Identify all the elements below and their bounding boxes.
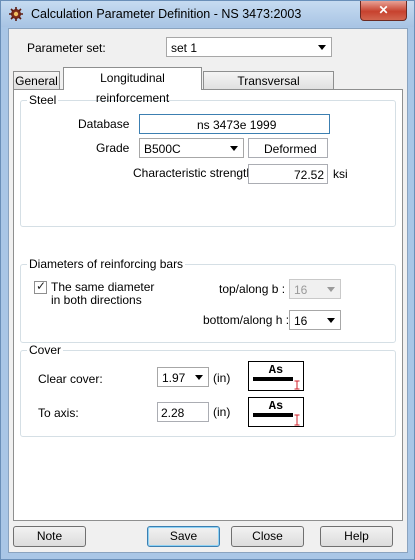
same-diameter-label-line1: The same diameter — [51, 280, 155, 294]
database-field[interactable]: ns 3473e 1999 — [139, 114, 330, 134]
cover-group: Cover Clear cover: 1.97 (in) As To axis:… — [20, 343, 396, 437]
same-diameter-checkbox[interactable]: ✓ — [34, 279, 47, 294]
as-icon-text: As — [269, 399, 283, 413]
deformed-value: Deformed — [264, 142, 317, 156]
window-close-button[interactable]: ✕ — [360, 1, 407, 21]
diameters-group: Diameters of reinforcing bars ✓ The same… — [20, 257, 396, 343]
window-title: Calculation Parameter Definition - NS 34… — [31, 7, 302, 21]
checkmark-icon: ✓ — [36, 279, 47, 293]
same-diameter-label-line2: in both directions — [51, 293, 142, 307]
top-diameter-dropdown[interactable]: 16 — [289, 279, 341, 299]
database-value: ns 3473e 1999 — [197, 118, 277, 132]
bottom-diameter-dropdown[interactable]: 16 — [289, 310, 341, 330]
bottom-diameter-label: bottom/along h : — [203, 313, 290, 327]
close-button[interactable]: Close — [231, 526, 304, 547]
grade-dropdown[interactable]: B500C — [139, 138, 244, 158]
parameter-set-value: set 1 — [171, 41, 198, 55]
chevron-down-icon — [318, 45, 326, 50]
grade-label: Grade — [96, 141, 130, 155]
characteristic-strength-unit: ksi — [333, 167, 348, 181]
title-bar[interactable]: Calculation Parameter Definition - NS 34… — [1, 1, 414, 27]
to-axis-field[interactable]: 2.28 — [157, 402, 209, 422]
to-axis-unit: (in) — [213, 405, 231, 419]
clear-cover-diagram-icon: As — [248, 361, 304, 391]
steel-group: Steel Database ns 3473e 1999 Grade B500C… — [20, 93, 396, 227]
characteristic-strength-label: Characteristic strength — [133, 166, 254, 180]
parameter-set-dropdown[interactable]: set 1 — [166, 37, 332, 57]
clear-cover-dropdown[interactable]: 1.97 — [157, 367, 209, 387]
to-axis-label: To axis: — [38, 406, 79, 420]
tab-general[interactable]: General — [13, 71, 60, 89]
save-button[interactable]: Save — [147, 526, 220, 547]
tab-longitudinal-reinforcement[interactable]: Longitudinal reinforcement — [63, 67, 202, 105]
tab-transversal-reinforcement[interactable]: Transversal reinforcement — [203, 71, 334, 106]
to-axis-diagram-icon: As — [248, 397, 304, 427]
grade-value: B500C — [144, 142, 181, 156]
bottom-diameter-value: 16 — [294, 314, 308, 328]
as-icon-text: As — [269, 363, 283, 377]
top-diameter-value: 16 — [294, 283, 308, 297]
chevron-down-icon — [195, 375, 203, 380]
cover-group-title: Cover — [27, 343, 64, 357]
chevron-down-icon — [230, 146, 238, 151]
help-button[interactable]: Help — [320, 526, 393, 547]
dialog-window: Calculation Parameter Definition - NS 34… — [0, 0, 415, 560]
database-label: Database — [78, 117, 130, 131]
characteristic-strength-field[interactable]: 72.52 — [248, 164, 328, 184]
top-diameter-label: top/along b : — [219, 282, 286, 296]
longitudinal-reinforcement-panel: Steel Database ns 3473e 1999 Grade B500C… — [13, 89, 403, 521]
clear-cover-unit: (in) — [213, 371, 231, 385]
deformed-field: Deformed — [248, 138, 328, 158]
clear-cover-label: Clear cover: — [38, 372, 103, 386]
app-icon — [9, 7, 23, 21]
steel-group-title: Steel — [27, 93, 59, 107]
chevron-down-icon — [327, 318, 335, 323]
characteristic-strength-value: 72.52 — [293, 168, 324, 182]
note-button[interactable]: Note — [13, 526, 86, 547]
dialog-client-area: Parameter set: set 1 General Longitudina… — [8, 28, 408, 553]
chevron-down-icon — [327, 287, 335, 292]
parameter-set-label: Parameter set: — [27, 41, 106, 55]
to-axis-value: 2.28 — [161, 406, 185, 420]
diameters-group-title: Diameters of reinforcing bars — [27, 257, 186, 271]
clear-cover-value: 1.97 — [162, 371, 186, 385]
